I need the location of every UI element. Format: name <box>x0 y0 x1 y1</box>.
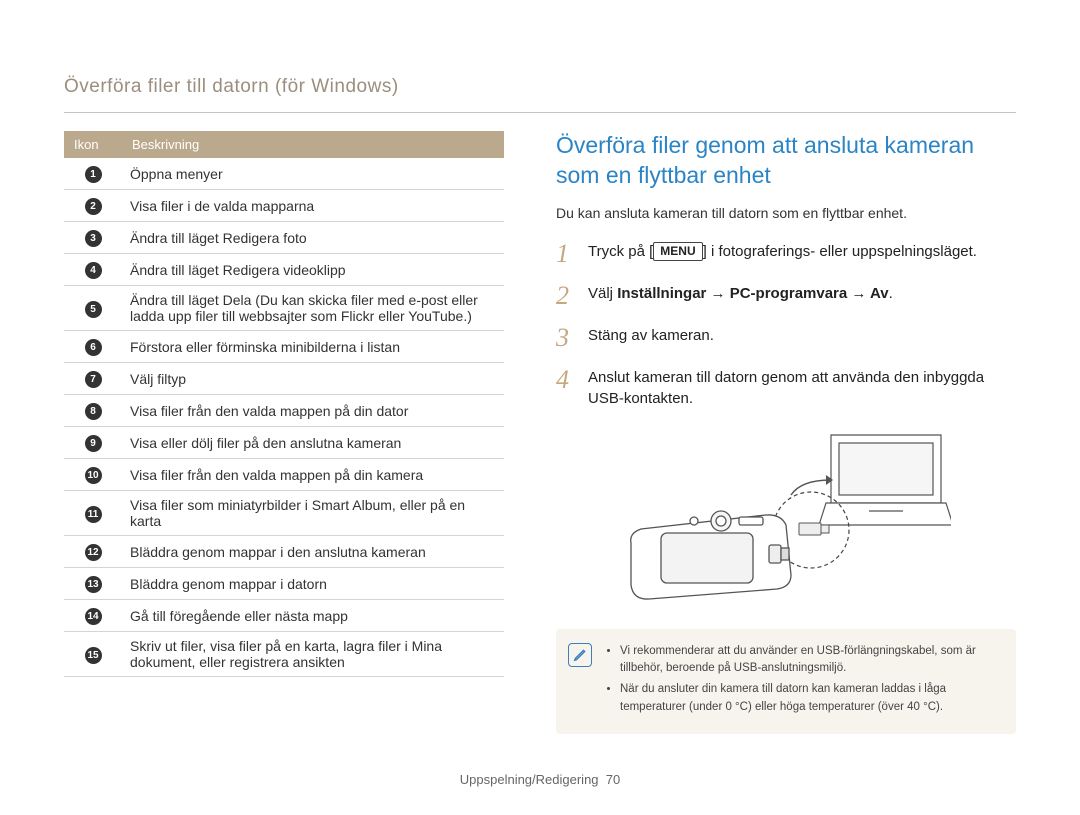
row-number-badge: 15 <box>85 647 102 664</box>
note-bullet: När du ansluter din kamera till datorn k… <box>620 681 1000 716</box>
row-desc: Välj filtyp <box>122 363 504 395</box>
step-item: 1 Tryck på [MENU] i fotograferings- elle… <box>556 241 1016 267</box>
row-desc: Skriv ut filer, visa filer på en karta, … <box>122 632 504 677</box>
row-number-badge: 9 <box>85 435 102 452</box>
camera-laptop-illustration-icon <box>621 425 951 605</box>
note-bullet: Vi rekommenderar att du använder en USB-… <box>620 643 1000 678</box>
table-row: 13 Bläddra genom mappar i datorn <box>64 568 504 600</box>
table-row: 11 Visa filer som miniatyrbilder i Smart … <box>64 491 504 536</box>
table-row: 12 Bläddra genom mappar i den anslutna ka… <box>64 536 504 568</box>
row-desc: Visa filer från den valda mappen på din … <box>122 395 504 427</box>
th-icon: Ikon <box>64 131 122 158</box>
table-row: 15 Skriv ut filer, visa filer på en karta… <box>64 632 504 677</box>
row-number-badge: 5 <box>85 301 102 318</box>
step-text: Stäng av kameran. <box>588 325 714 351</box>
content-columns: Ikon Beskrivning 1 Öppna menyer 2 Visa fil… <box>64 131 1016 734</box>
row-number-badge: 12 <box>85 544 102 561</box>
table-row: 14 Gå till föregående eller nästa mapp <box>64 600 504 632</box>
note-icon <box>568 643 592 667</box>
row-desc: Visa filer som miniatyrbilder i Smart Al… <box>122 491 504 536</box>
row-desc: Bläddra genom mappar i datorn <box>122 568 504 600</box>
table-row: 3 Ändra till läget Redigera foto <box>64 222 504 254</box>
page: Överföra filer till datorn (för Windows)… <box>0 0 1080 815</box>
section-title: Överföra filer genom att ansluta kameran… <box>556 131 1016 191</box>
row-number-badge: 1 <box>85 166 102 183</box>
step-number: 1 <box>556 241 576 267</box>
row-desc: Visa filer från den valda mappen på din … <box>122 459 504 491</box>
icon-table: Ikon Beskrivning 1 Öppna menyer 2 Visa fil… <box>64 131 504 677</box>
table-row: 4 Ändra till läget Redigera videoklipp <box>64 254 504 286</box>
row-desc: Bläddra genom mappar i den anslutna kame… <box>122 536 504 568</box>
row-desc: Ändra till läget Redigera foto <box>122 222 504 254</box>
step-text: Välj Inställningar → PC-programvara → Av… <box>588 283 893 309</box>
step-item: 2 Välj Inställningar → PC-programvara → … <box>556 283 1016 309</box>
row-number-badge: 2 <box>85 198 102 215</box>
footer-page-number: 70 <box>606 772 620 787</box>
row-number-badge: 7 <box>85 371 102 388</box>
step-text-pre: Tryck på [ <box>588 243 653 260</box>
row-desc: Ändra till läget Dela (Du kan skicka fil… <box>122 286 504 331</box>
breadcrumb: Överföra filer till datorn (för Windows) <box>64 76 1016 98</box>
table-row: 6 Förstora eller förminska minibilderna i… <box>64 331 504 363</box>
th-desc: Beskrivning <box>122 131 504 158</box>
row-desc: Öppna menyer <box>122 158 504 190</box>
row-number-badge: 10 <box>85 467 102 484</box>
right-column: Överföra filer genom att ansluta kameran… <box>556 131 1016 734</box>
row-desc: Visa filer i de valda mapparna <box>122 190 504 222</box>
row-desc: Gå till föregående eller nästa mapp <box>122 600 504 632</box>
table-row: 10 Visa filer från den valda mappen på di… <box>64 459 504 491</box>
table-row: 7 Välj filtyp <box>64 363 504 395</box>
row-number-badge: 8 <box>85 403 102 420</box>
section-intro: Du kan ansluta kameran till datorn som e… <box>556 205 1016 221</box>
row-number-badge: 14 <box>85 608 102 625</box>
step-item: 4 Anslut kameran till datorn genom att a… <box>556 367 1016 409</box>
row-desc: Förstora eller förminska minibilderna i … <box>122 331 504 363</box>
step-text-pre: Välj <box>588 285 617 302</box>
menu-button-label: MENU <box>653 242 702 261</box>
step-text: Anslut kameran till datorn genom att anv… <box>588 367 1016 409</box>
note-box: Vi rekommenderar att du använder en USB-… <box>556 629 1016 734</box>
step-item: 3 Stäng av kameran. <box>556 325 1016 351</box>
table-row: 1 Öppna menyer <box>64 158 504 190</box>
steps-list: 1 Tryck på [MENU] i fotograferings- elle… <box>556 241 1016 409</box>
pencil-icon <box>573 648 587 662</box>
step-text-post: . <box>889 285 893 302</box>
step-text: Tryck på [MENU] i fotograferings- eller … <box>588 241 977 267</box>
row-desc: Visa eller dölj filer på den anslutna ka… <box>122 427 504 459</box>
step-number: 4 <box>556 367 576 409</box>
step-text-post: ] i fotograferings- eller uppspelningslä… <box>703 243 977 260</box>
row-number-badge: 3 <box>85 230 102 247</box>
step-number: 2 <box>556 283 576 309</box>
page-footer: Uppspelning/Redigering 70 <box>0 772 1080 787</box>
row-number-badge: 4 <box>85 262 102 279</box>
table-row: 8 Visa filer från den valda mappen på din… <box>64 395 504 427</box>
row-number-badge: 11 <box>85 506 102 523</box>
step-text-bold: Inställningar → PC-programvara → Av <box>617 285 888 302</box>
table-row: 2 Visa filer i de valda mapparna <box>64 190 504 222</box>
divider <box>64 112 1016 113</box>
footer-label: Uppspelning/Redigering <box>460 772 599 787</box>
table-row: 5 Ändra till läget Dela (Du kan skicka fi… <box>64 286 504 331</box>
row-number-badge: 6 <box>85 339 102 356</box>
row-desc: Ändra till läget Redigera videoklipp <box>122 254 504 286</box>
connection-illustration <box>556 425 1016 605</box>
table-row: 9 Visa eller dölj filer på den anslutna k… <box>64 427 504 459</box>
left-column: Ikon Beskrivning 1 Öppna menyer 2 Visa fil… <box>64 131 504 734</box>
step-number: 3 <box>556 325 576 351</box>
row-number-badge: 13 <box>85 576 102 593</box>
